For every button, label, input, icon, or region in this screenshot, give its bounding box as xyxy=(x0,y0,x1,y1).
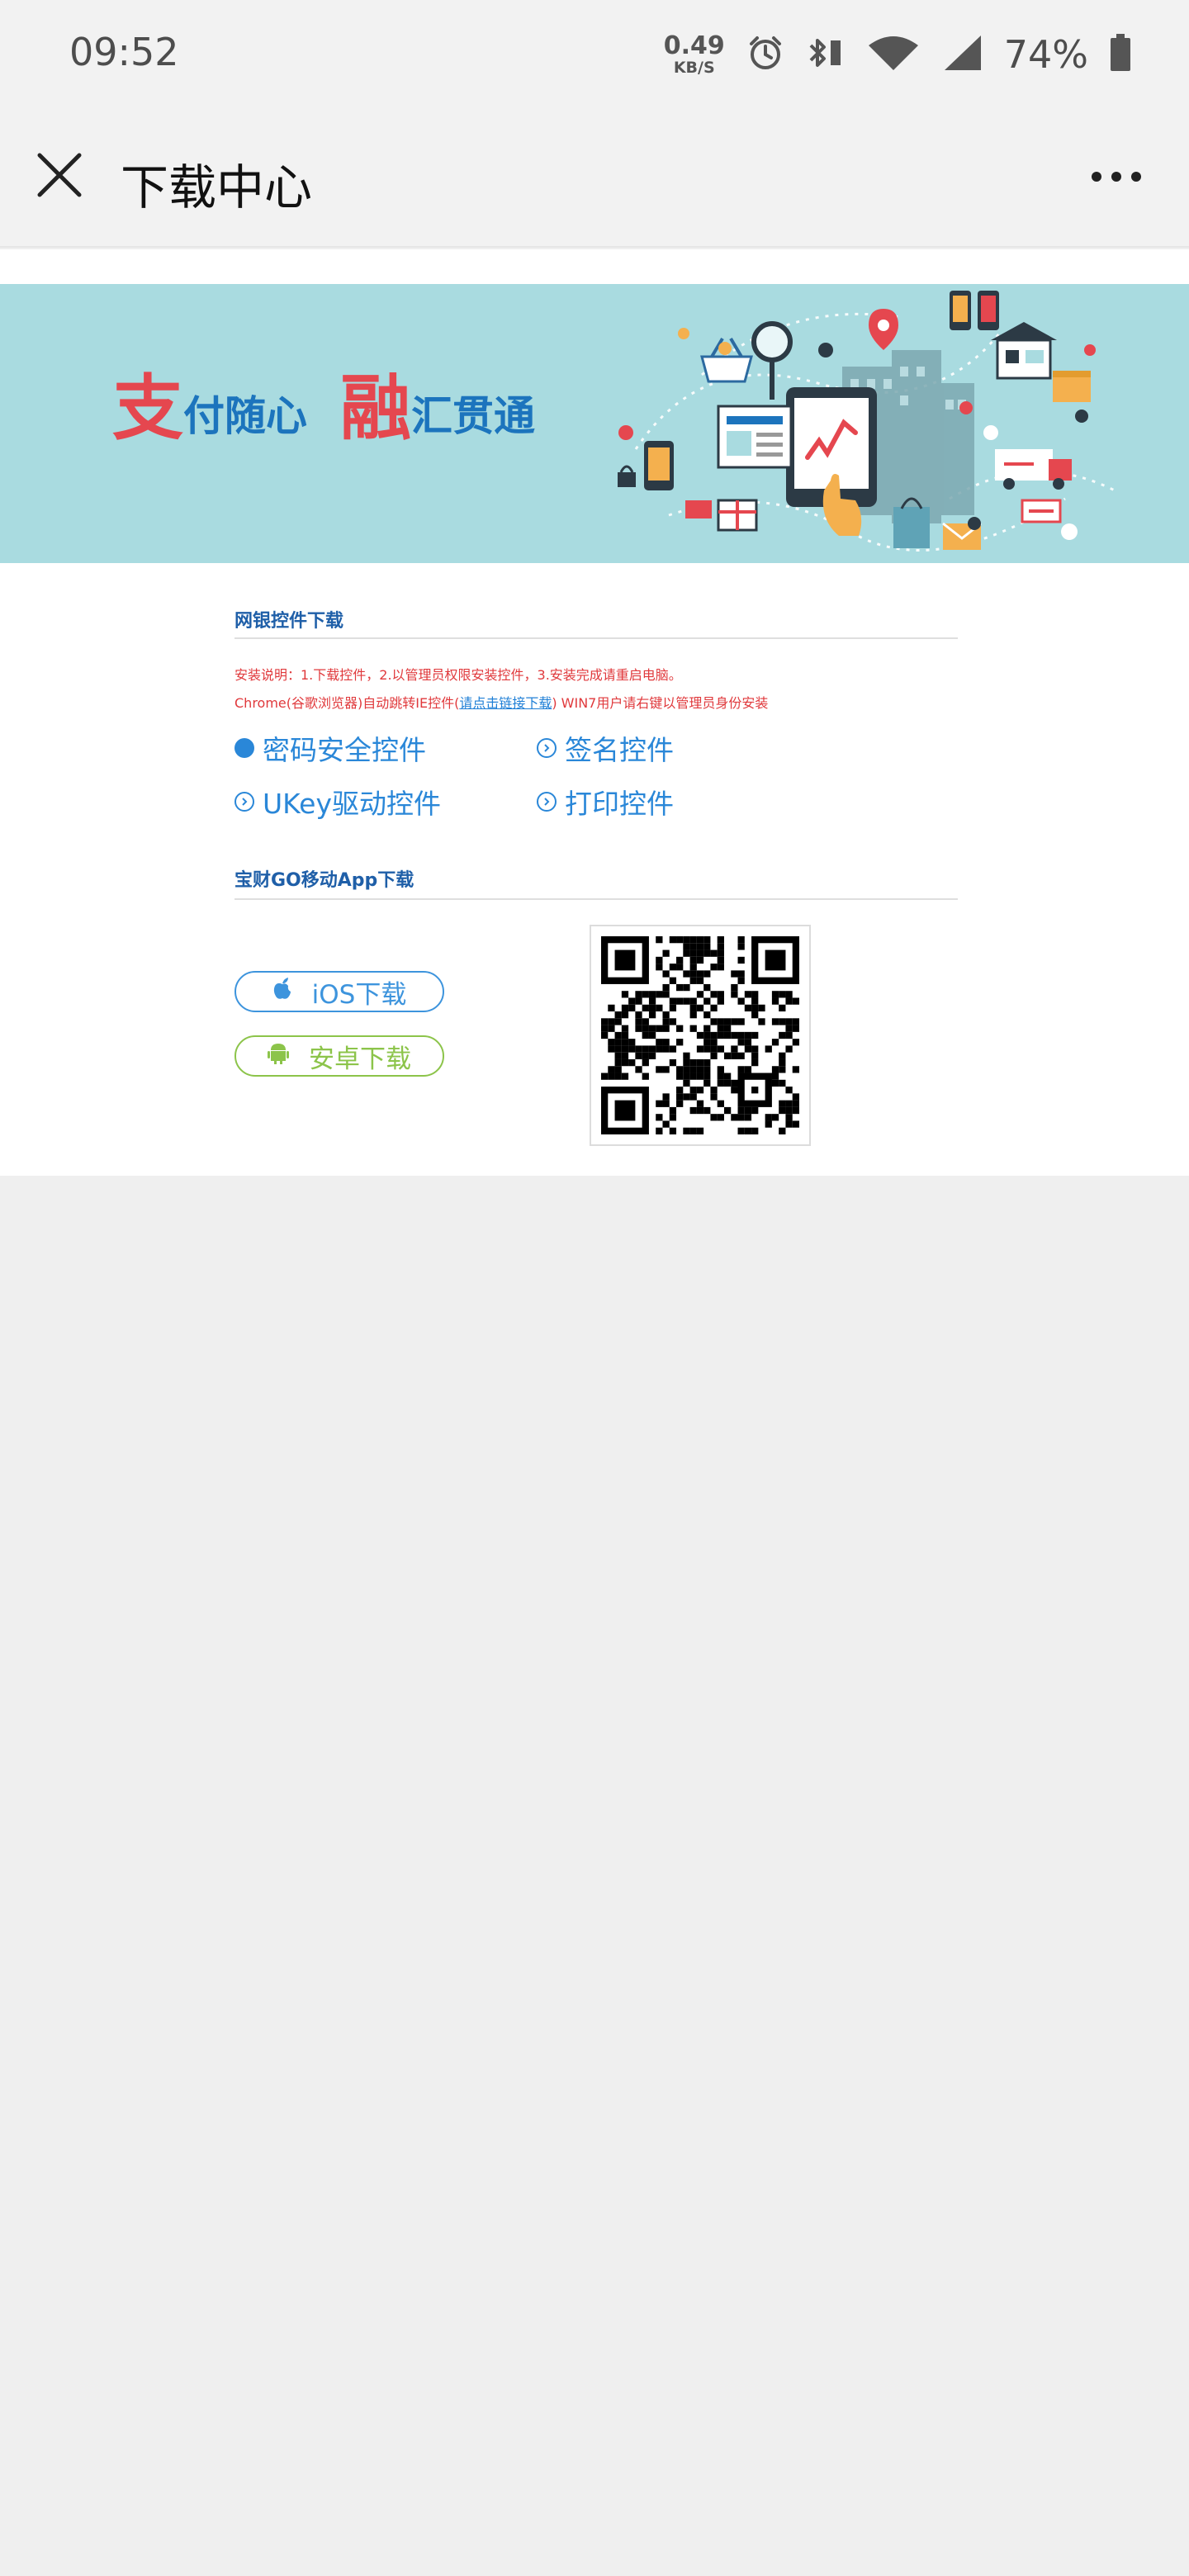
title-bar: 下载中心 xyxy=(0,107,1189,248)
apple-icon xyxy=(272,977,292,1006)
android-icon xyxy=(268,1041,289,1071)
control-label: 密码安全控件 xyxy=(263,734,426,766)
wifi-icon xyxy=(867,34,920,75)
bank-controls-title: 网银控件下载 xyxy=(234,611,344,632)
chevron-circle-icon xyxy=(537,792,557,812)
battery-icon xyxy=(1110,34,1131,75)
close-icon xyxy=(36,152,83,201)
control-label: UKey驱动控件 xyxy=(263,788,441,820)
print-control-link[interactable]: 打印控件 xyxy=(537,782,674,822)
page-title: 下载中心 xyxy=(121,159,313,215)
promo-banner: 支 付随心 融 汇贯通 xyxy=(0,284,1189,563)
more-button[interactable] xyxy=(1077,145,1156,208)
signature-control-link[interactable]: 签名控件 xyxy=(537,728,674,768)
slogan-char-1: 支 xyxy=(112,367,183,450)
ios-download-button[interactable]: iOS下载 xyxy=(234,971,444,1012)
chevron-circle-icon xyxy=(537,738,557,758)
slogan-text-1: 付随心 xyxy=(183,392,307,440)
ios-download-label: iOS下载 xyxy=(311,979,407,1010)
alarm-icon xyxy=(746,34,784,75)
control-label: 打印控件 xyxy=(565,788,674,820)
app-qr-code xyxy=(590,925,811,1146)
web-content: 支 付随心 融 汇贯通 网银控件下载 安装说明：1.下载控件，2.以管理员权限安… xyxy=(0,249,1189,1176)
qr-code xyxy=(601,936,799,1134)
mobile-app-title: 宝财GO移动App下载 xyxy=(234,870,414,891)
ukey-driver-link[interactable]: UKey驱动控件 xyxy=(234,782,441,822)
chrome-note-prefix: Chrome(谷歌浏览器)自动跳转IE控件( xyxy=(234,695,460,711)
chrome-note: Chrome(谷歌浏览器)自动跳转IE控件(请点击链接下载) WIN7用户请右键… xyxy=(234,692,768,712)
download-link[interactable]: 请点击链接下载 xyxy=(459,695,552,711)
status-bar: 09:52 0.49 KB/S 74% xyxy=(0,0,1189,107)
password-control-link[interactable]: 密码安全控件 xyxy=(234,728,426,768)
radio-selected-icon xyxy=(234,738,254,758)
section-divider xyxy=(234,898,958,900)
battery-percent: 74% xyxy=(1003,32,1088,77)
android-download-label: 安卓下载 xyxy=(309,1044,411,1074)
install-note: 安装说明：1.下载控件，2.以管理员权限安装控件，3.安装完成请重启电脑。 xyxy=(234,667,682,683)
chrome-note-suffix: ) WIN7用户请右键以管理员身份安装 xyxy=(552,695,769,711)
banner-slogan: 支 付随心 融 汇贯通 xyxy=(112,373,535,444)
network-speed-value: 0.49 xyxy=(663,31,725,60)
slogan-text-2: 汇贯通 xyxy=(411,392,535,440)
chevron-circle-icon xyxy=(234,792,254,812)
cell-signal-icon xyxy=(941,34,983,75)
banner-illustration xyxy=(618,291,1116,552)
close-button[interactable] xyxy=(28,145,91,208)
more-icon xyxy=(1092,172,1101,182)
android-download-button[interactable]: 安卓下载 xyxy=(234,1035,444,1077)
network-speed: 0.49 KB/S xyxy=(663,31,725,77)
bluetooth-icon xyxy=(806,34,846,75)
slogan-char-2: 融 xyxy=(340,367,411,450)
status-time: 09:52 xyxy=(69,30,179,74)
network-speed-unit: KB/S xyxy=(673,58,715,77)
control-label: 签名控件 xyxy=(565,734,674,766)
section-divider xyxy=(234,637,958,639)
status-icons: 0.49 KB/S 74% xyxy=(664,25,1131,84)
